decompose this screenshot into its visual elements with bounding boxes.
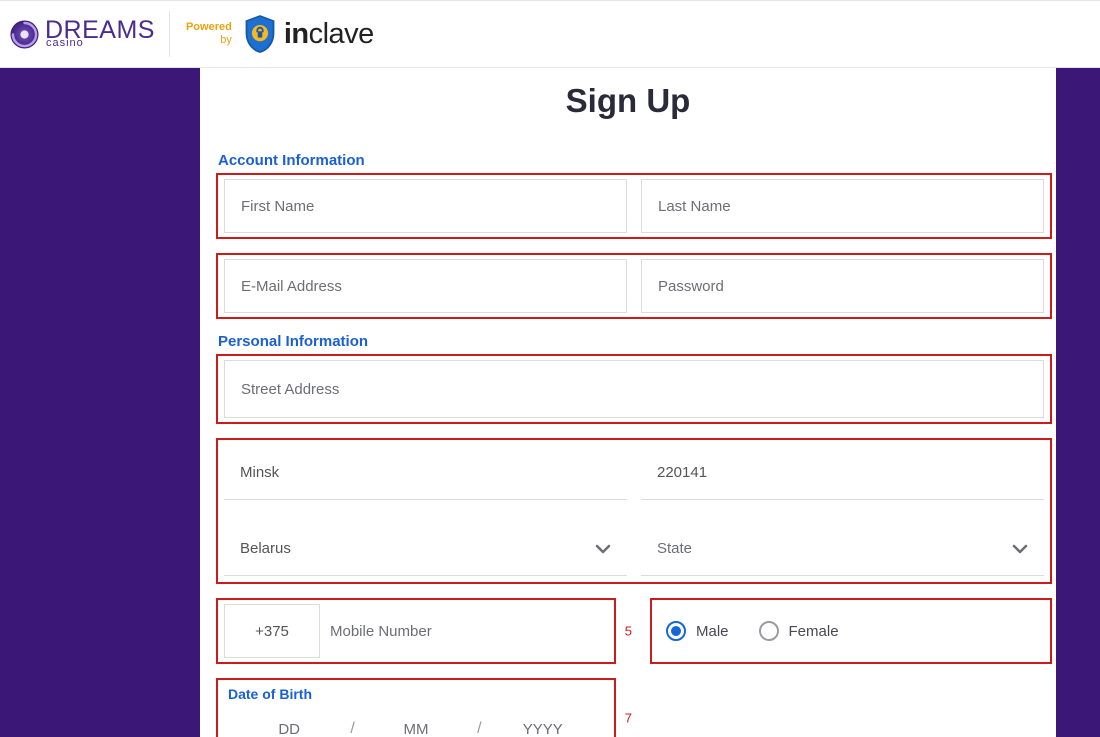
annotation-box-4: Minsk 220141 Belarus State 4 (216, 438, 1052, 584)
dreams-logo[interactable]: DREAMS casino (8, 11, 170, 57)
header: DREAMS casino Powered by inclave (0, 0, 1100, 68)
mobile-number-input[interactable]: Mobile Number (330, 604, 608, 658)
shield-lock-icon (242, 13, 278, 55)
state-select[interactable]: State (641, 522, 1044, 576)
left-gutter (0, 68, 200, 737)
annotation-box-5: +375 Mobile Number 5 (216, 598, 616, 664)
section-personal-label: Personal Information (218, 333, 1052, 350)
dob-day-input[interactable]: DD (228, 721, 350, 737)
dial-code-input[interactable]: +375 (224, 604, 320, 658)
country-select[interactable]: Belarus (224, 522, 627, 576)
inclave-text: inclave (284, 18, 374, 51)
radio-dot-icon (666, 621, 686, 641)
first-name-input[interactable]: First Name (224, 179, 627, 233)
right-gutter (1056, 68, 1100, 737)
section-account-label: Account Information (218, 152, 1052, 169)
annotation-box-7: Date of Birth DD / MM / YYYY 7 (216, 678, 616, 737)
zip-input[interactable]: 220141 (641, 446, 1044, 500)
signup-panel: Sign Up Account Information First Name L… (200, 68, 1056, 737)
chevron-down-icon (1010, 539, 1030, 559)
annotation-number: 7 (625, 711, 632, 726)
gender-male-radio[interactable]: Male (666, 621, 729, 641)
annotation-box-3: Street Address 3 (216, 354, 1052, 424)
password-input[interactable]: Password (641, 259, 1044, 313)
radio-dot-icon (759, 621, 779, 641)
annotation-box-2: E-Mail Address Password 2 (216, 253, 1052, 319)
annotation-box-1: First Name Last Name 1 (216, 173, 1052, 239)
section-dob-label: Date of Birth (228, 686, 604, 702)
last-name-input[interactable]: Last Name (641, 179, 1044, 233)
inclave-logo[interactable]: inclave (242, 13, 374, 55)
annotation-box-6: Male Female 6 (650, 598, 1052, 664)
city-input[interactable]: Minsk (224, 446, 627, 500)
page-title: Sign Up (200, 82, 1056, 120)
dob-year-input[interactable]: YYYY (482, 721, 604, 737)
email-input[interactable]: E-Mail Address (224, 259, 627, 313)
street-address-input[interactable]: Street Address (224, 360, 1044, 418)
chevron-down-icon (593, 539, 613, 559)
dob-month-input[interactable]: MM (355, 721, 477, 737)
dreams-swirl-icon (8, 18, 41, 51)
gender-female-radio[interactable]: Female (759, 621, 839, 641)
annotation-number: 5 (625, 624, 632, 639)
powered-by-label: Powered by (186, 21, 232, 46)
